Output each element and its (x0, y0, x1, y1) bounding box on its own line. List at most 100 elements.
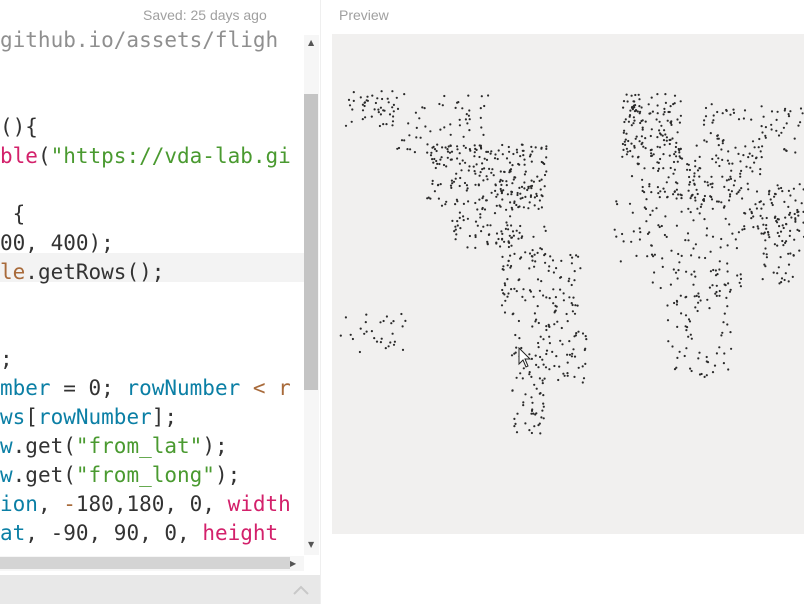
airport-dot (535, 387, 538, 390)
airport-dot (679, 100, 682, 103)
scroll-down-arrow-icon[interactable]: ▼ (308, 540, 314, 549)
code-line[interactable]: ; (0, 345, 13, 373)
airport-dot (672, 103, 675, 106)
airport-dot (661, 134, 664, 137)
airport-dot (750, 212, 753, 215)
airport-dot (532, 295, 535, 298)
airport-dot (757, 227, 760, 230)
code-line[interactable]: ws[rowNumber]; (0, 403, 177, 431)
airport-dot (575, 332, 578, 335)
airport-dot (655, 118, 658, 121)
airport-dot (723, 352, 726, 355)
airport-dot (727, 178, 730, 181)
editor-horizontal-scroll-thumb[interactable] (0, 557, 290, 569)
code-line[interactable]: (){ (0, 113, 38, 141)
airport-dot (476, 224, 479, 227)
airport-dot (529, 153, 532, 156)
code-line[interactable]: github.io/assets/fligh (0, 27, 278, 54)
airport-dot (468, 148, 471, 151)
airport-dot (704, 256, 707, 260)
airport-dot (466, 217, 469, 220)
airport-dot (676, 160, 679, 163)
airport-dot (789, 194, 792, 197)
airport-dot (728, 223, 731, 226)
airport-dot (446, 148, 449, 151)
airport-dot (521, 377, 524, 380)
code-line[interactable]: 00, 400); (0, 229, 114, 257)
code-line[interactable]: ble("https://vda-lab.gi (0, 142, 291, 170)
airport-dot (718, 268, 721, 271)
airport-dot (757, 146, 760, 149)
pane-divider[interactable] (320, 0, 321, 604)
airport-dot (493, 212, 497, 215)
airport-dot (783, 278, 786, 282)
code-editor[interactable]: github.io/assets/fligh (){ble("https://vd… (0, 27, 304, 556)
airport-dot (792, 254, 795, 257)
airport-dot (444, 203, 447, 206)
airport-dot (798, 249, 801, 252)
airport-dot (657, 224, 660, 227)
scroll-right-arrow-icon[interactable]: ▶ (290, 559, 296, 568)
airport-dot (694, 196, 697, 199)
airport-dot (347, 98, 351, 101)
airport-dot (475, 148, 478, 151)
code-line[interactable]: at, -90, 90, 0, height (0, 519, 278, 547)
airport-dot (502, 265, 505, 268)
code-line[interactable]: w.get("from_lat"); (0, 432, 228, 460)
airport-dot (676, 131, 679, 134)
airport-dot (479, 213, 482, 216)
airport-dot (693, 182, 696, 185)
airport-dot (516, 191, 519, 195)
airport-dot (350, 120, 353, 123)
code-line[interactable]: w.get("from_long"); (0, 461, 240, 489)
code-token: mber (0, 376, 51, 400)
airport-dot (633, 119, 636, 122)
airport-dot (650, 244, 653, 247)
airport-dot (509, 215, 512, 218)
airport-dot (490, 191, 493, 194)
airport-dot (579, 267, 582, 270)
airport-dot (552, 302, 555, 305)
airport-dot (664, 215, 667, 218)
airport-dot (738, 281, 741, 284)
airport-dot (441, 104, 444, 107)
airport-dot (530, 431, 533, 435)
airport-dot (371, 94, 374, 97)
airport-dot (790, 216, 793, 219)
airport-dot (674, 150, 677, 153)
airport-dot (693, 175, 696, 178)
airport-dot (458, 162, 461, 165)
code-token: height (202, 521, 279, 545)
editor-vertical-scroll-thumb[interactable] (304, 94, 318, 390)
code-line[interactable]: le.getRows(); (0, 258, 164, 286)
console-bar[interactable] (0, 575, 320, 604)
airport-dot (495, 242, 498, 245)
code-token: "from_lat" (75, 434, 203, 458)
airport-dot (722, 321, 725, 324)
airport-dot (483, 208, 487, 211)
airport-dot (782, 244, 785, 247)
code-line[interactable]: mber = 0; rowNumber < r (0, 374, 291, 402)
code-line[interactable]: { (0, 200, 26, 228)
code-token: w (0, 463, 13, 487)
airport-dot (658, 132, 662, 135)
airport-dot (365, 313, 368, 316)
airport-dot (508, 234, 511, 237)
airport-dot (711, 186, 714, 189)
airport-dot (695, 144, 698, 147)
code-line[interactable]: ion, -180,180, 0, width (0, 490, 291, 518)
airport-dot (370, 115, 373, 118)
airport-dot (483, 104, 486, 108)
airport-dot (511, 208, 514, 211)
airport-dot (443, 94, 446, 98)
airport-dot (794, 199, 797, 202)
airport-dot (735, 247, 738, 250)
preview-canvas[interactable] (332, 34, 804, 534)
airport-dot (528, 201, 531, 204)
airport-dot (433, 148, 437, 151)
airport-dot (464, 161, 467, 164)
console-expand-button[interactable] (290, 580, 312, 600)
airport-dot (512, 234, 515, 237)
scroll-up-arrow-icon[interactable]: ▲ (308, 38, 314, 47)
airport-dot (639, 121, 642, 125)
